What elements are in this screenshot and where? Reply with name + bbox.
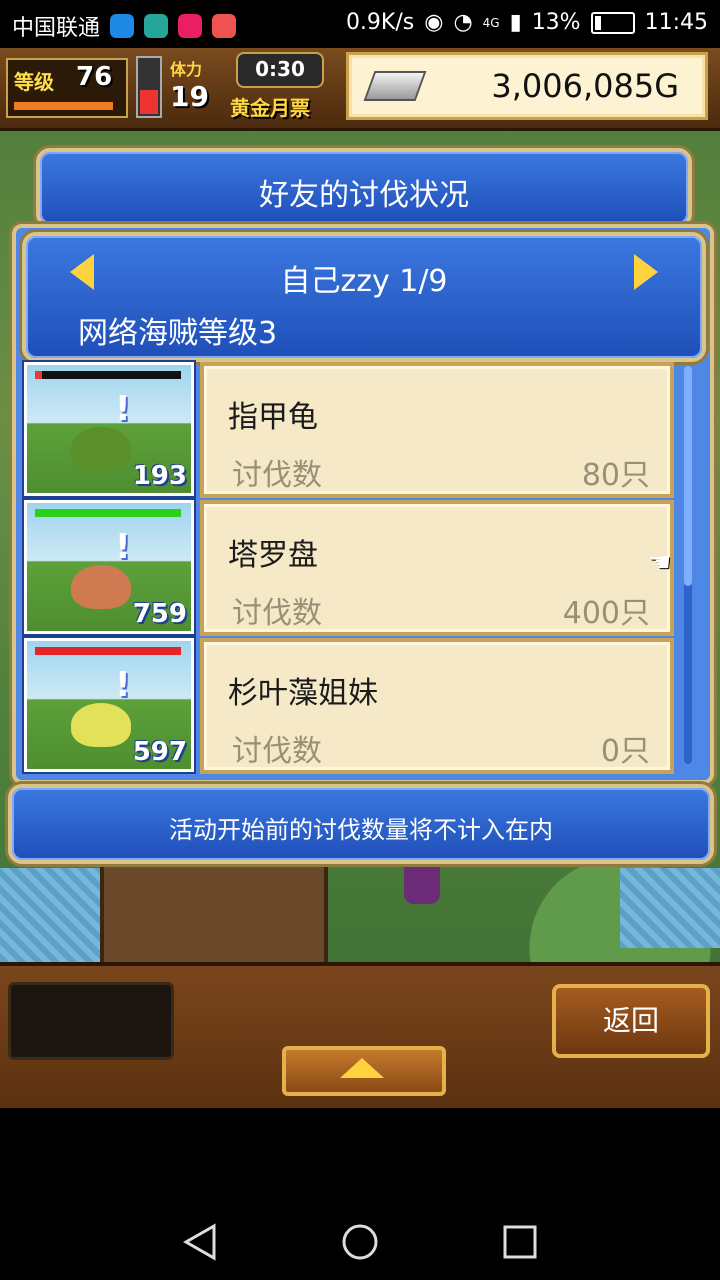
- timer: 0:30: [236, 52, 324, 88]
- monster-row[interactable]: ! 759 塔罗盘 讨伐数 400只: [24, 500, 674, 636]
- network-type: 4G: [482, 15, 500, 30]
- monster-thumbnail: ! 597: [24, 638, 194, 772]
- monster-card: 指甲龟 讨伐数 80只: [200, 362, 674, 498]
- dialog-title-bar: 好友的讨伐状况: [36, 148, 692, 228]
- monster-name: 杉叶藻姐妹: [228, 676, 378, 711]
- pirate-rank: 网络海贼等级3: [78, 316, 278, 351]
- hp-bar: [35, 371, 181, 379]
- hp-fill: [35, 647, 181, 655]
- kill-label: 讨伐数: [232, 596, 322, 631]
- hp-fill: [35, 371, 42, 379]
- gold-ticket-label[interactable]: 黄金月票: [230, 92, 310, 121]
- kill-count: 80只: [581, 458, 650, 493]
- gold-counter: 3,006,085G: [346, 52, 708, 120]
- back-button[interactable]: 返回: [552, 984, 710, 1058]
- pointing-hand-icon: ☚: [648, 548, 672, 578]
- hp-bar: [35, 509, 181, 517]
- timer-icon: [144, 14, 169, 38]
- monster-name: 指甲龟: [228, 400, 318, 435]
- notice-text: 活动开始前的讨伐数量将不计入在内: [169, 816, 553, 844]
- dialog-title: 好友的讨伐状况: [259, 178, 469, 213]
- house-building: [100, 858, 328, 976]
- mail-icon: [212, 14, 237, 38]
- signal-icon: ▮: [509, 10, 522, 35]
- monster-count: 193: [132, 461, 187, 491]
- exclamation-icon: !: [115, 527, 131, 567]
- monster-card: 杉叶藻姐妹 讨伐数 0只: [200, 638, 674, 774]
- eye-icon: ◉: [424, 10, 444, 35]
- notice-bar: 活动开始前的讨伐数量将不计入在内: [8, 784, 714, 864]
- stamina-display: 体力 19: [170, 56, 230, 113]
- monster-name: 塔罗盘: [228, 538, 318, 573]
- stamina-label: 体力: [170, 60, 203, 79]
- system-nav-bar: [0, 1108, 720, 1280]
- monster-thumbnail: ! 759: [24, 500, 194, 634]
- up-arrow-icon: [340, 1058, 384, 1078]
- net-speed: 0.9K/s: [345, 10, 415, 35]
- player-header: 自己zzy 1/9 网络海贼等级3: [22, 232, 706, 362]
- status-bar: 中国联通 0.9K/s ◉ ◔ 4G ▮ 13% 11:45: [0, 0, 720, 48]
- wifi-icon: ◔: [453, 10, 473, 35]
- level-label: 等级: [14, 70, 54, 94]
- stamina-value: 19: [170, 80, 209, 113]
- heart-icon: [178, 14, 203, 38]
- monster-sprite: [71, 565, 131, 609]
- kill-label: 讨伐数: [232, 734, 322, 769]
- battery-percent: 13%: [531, 10, 581, 35]
- monster-count: 759: [132, 599, 187, 629]
- monster-thumbnail: ! 193: [24, 362, 194, 496]
- next-player-arrow-icon[interactable]: [634, 254, 658, 290]
- water-tile: [620, 868, 720, 948]
- monster-count: 597: [132, 737, 187, 767]
- silver-ingot-icon: [363, 71, 427, 101]
- monster-sprite: [71, 703, 131, 747]
- moon-icon: [110, 14, 135, 38]
- monster-row[interactable]: ! 193 指甲龟 讨伐数 80只: [24, 362, 674, 498]
- exclamation-icon: !: [115, 389, 131, 429]
- clock: 11:45: [644, 10, 708, 35]
- pirate-character: [404, 858, 440, 904]
- nav-home-icon[interactable]: [340, 1222, 380, 1262]
- monster-card: 塔罗盘 讨伐数 400只: [200, 500, 674, 636]
- player-name: 自己zzy 1/9: [280, 264, 448, 299]
- level-badge: 等级 76: [6, 58, 128, 118]
- carrier-label: 中国联通: [12, 16, 101, 41]
- monster-row[interactable]: ! 597 杉叶藻姐妹 讨伐数 0只: [24, 638, 674, 774]
- kill-count: 0只: [600, 734, 650, 769]
- monster-sprite: [71, 427, 131, 471]
- hp-bar: [35, 647, 181, 655]
- stamina-fill: [140, 90, 158, 114]
- kill-label: 讨伐数: [232, 458, 322, 493]
- level-progress-bar: [14, 102, 113, 110]
- list-scrollbar-thumb[interactable]: [684, 366, 692, 586]
- nav-back-icon[interactable]: [180, 1222, 220, 1262]
- kill-count: 400只: [562, 596, 650, 631]
- stamina-bar: [136, 56, 162, 118]
- level-value: 76: [76, 62, 113, 92]
- battery-icon: [590, 11, 635, 34]
- expand-menu-button[interactable]: [282, 1046, 446, 1096]
- empty-slot: [8, 982, 174, 1060]
- hp-fill: [35, 509, 181, 517]
- gold-value: 3,006,085G: [491, 67, 679, 105]
- exclamation-icon: !: [115, 665, 131, 705]
- nav-recents-icon[interactable]: [500, 1222, 540, 1262]
